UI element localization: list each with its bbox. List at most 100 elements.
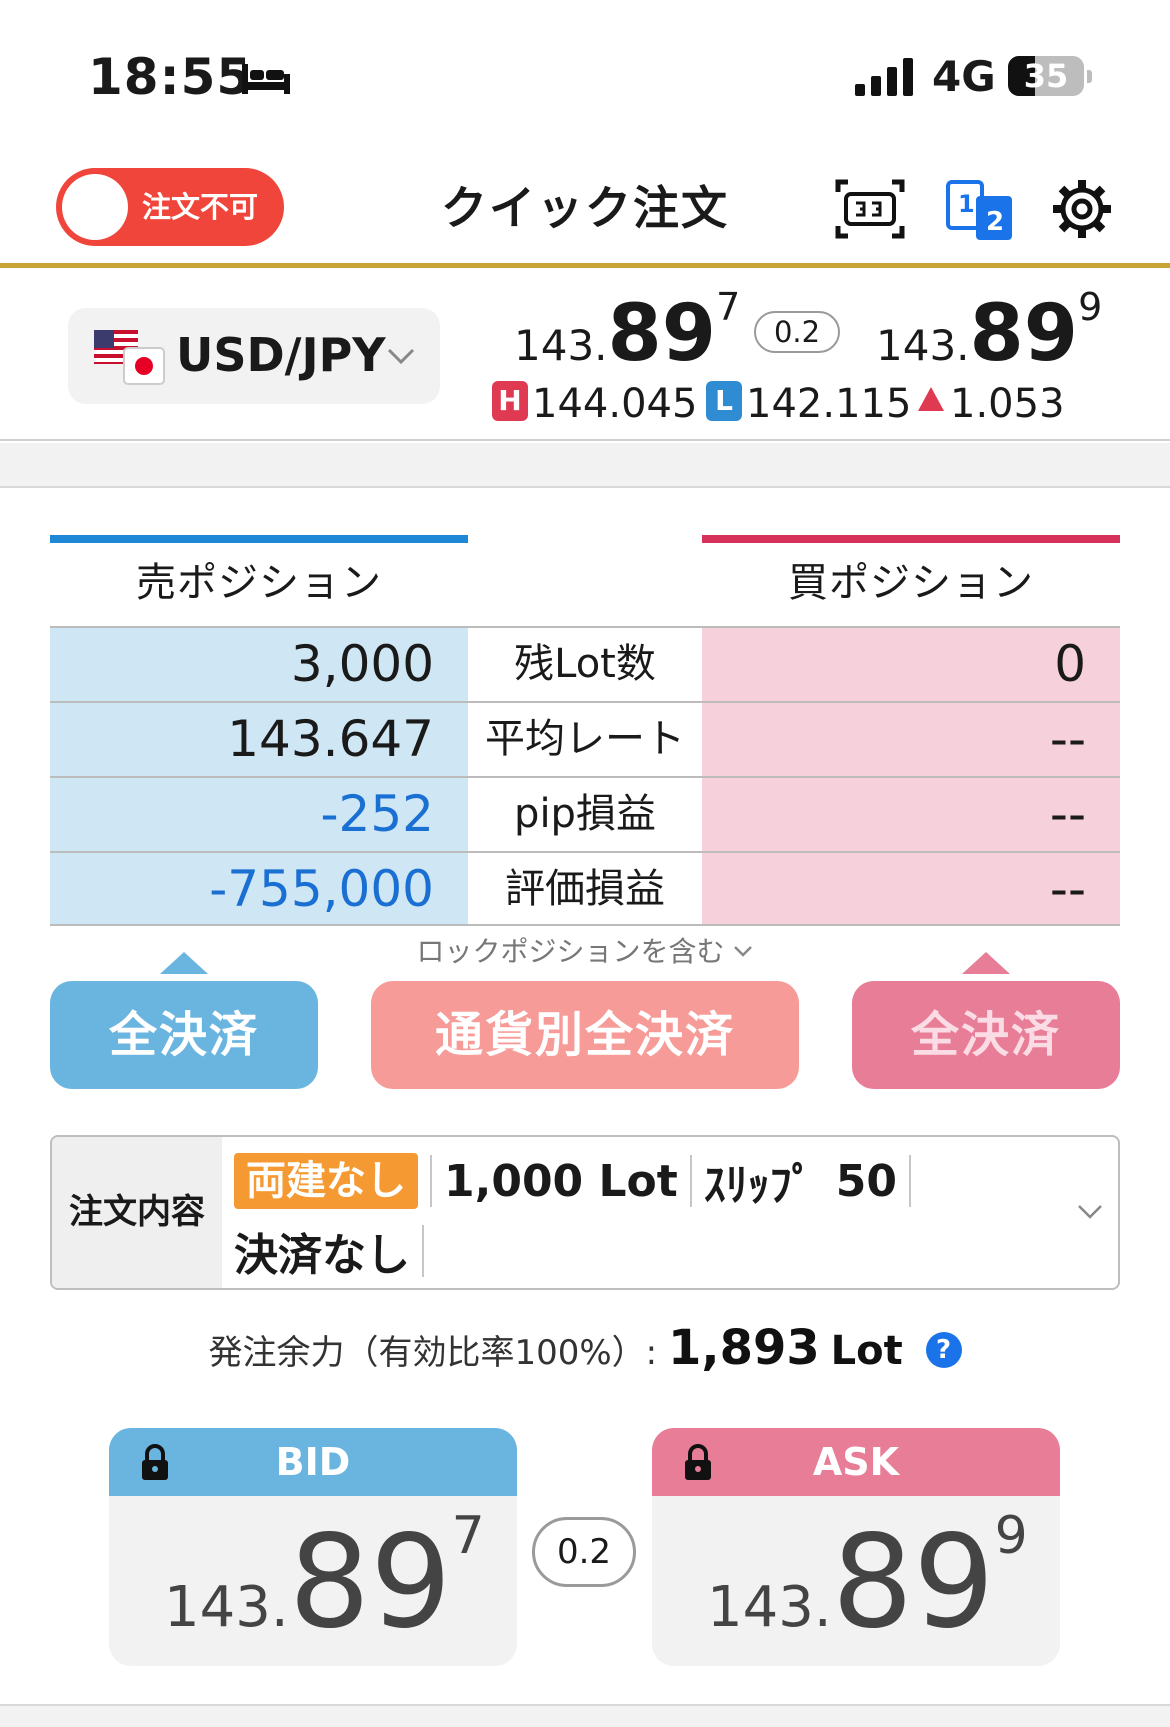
bid-price-int: 143. <box>514 321 608 370</box>
sell-valuation-pnl: -755,000 <box>50 853 468 924</box>
svg-text:1: 1 <box>958 190 975 218</box>
usd-jpy-flag-icon <box>94 330 165 385</box>
divider <box>689 1155 692 1207</box>
caret-up-icon <box>160 952 208 974</box>
order-settings-line: 両建なし 1,000 Lot ｽﾘｯﾌﾟ 50 <box>234 1151 923 1211</box>
order-settings-line: 決済なし <box>234 1221 436 1281</box>
sell-position-title: 売ポジション <box>136 560 382 606</box>
toggle-knob <box>62 174 128 240</box>
gear-icon[interactable] <box>1046 176 1118 242</box>
order-capacity-unit: Lot <box>830 1328 903 1374</box>
position-table: 3,000 残Lot数 0 143.647 平均レート -- -252 pip損… <box>50 626 1120 926</box>
svg-text:2: 2 <box>986 207 1004 237</box>
order-lot: 1,000 Lot <box>444 1155 678 1207</box>
bid-button-price: 143.897 <box>164 1506 485 1657</box>
page-title: クイック注文 <box>441 181 729 235</box>
battery-level: 35 <box>1023 57 1069 95</box>
sell-average-rate: 143.647 <box>50 703 468 776</box>
table-row: 143.647 平均レート -- <box>50 701 1120 776</box>
buy-pip-pnl: -- <box>702 778 1120 851</box>
row-label: 平均レート <box>485 716 685 762</box>
buy-average-rate: -- <box>702 703 1120 776</box>
table-row: -252 pip損益 -- <box>50 776 1120 851</box>
close-all-by-currency-button[interactable]: 通貨別全決済 <box>371 981 799 1089</box>
divider <box>422 1225 424 1277</box>
ask-button-price-big: 89 <box>831 1508 995 1657</box>
scan-icon[interactable] <box>834 176 906 242</box>
help-icon[interactable]: ? <box>925 1332 962 1368</box>
slippage-label: ｽﾘｯﾌﾟ <box>703 1160 814 1211</box>
order-settings-label: 注文内容 <box>52 1137 222 1288</box>
chevron-down-icon <box>734 946 753 957</box>
section-divider <box>0 443 1170 488</box>
currency-pair-name: USD/JPY <box>176 328 386 382</box>
bid-order-button[interactable]: BID 143.897 <box>109 1428 517 1666</box>
daily-high: H 144.045 <box>492 381 697 427</box>
daily-change: 1.053 <box>918 381 1065 427</box>
bid-label: BID <box>275 1440 351 1484</box>
hedge-tag: 両建なし <box>234 1153 418 1209</box>
network-type: 4G <box>932 52 996 101</box>
lock-note-label: ロックポジションを含む <box>416 935 725 968</box>
sell-pip-pnl: -252 <box>50 778 468 851</box>
ask-price-int: 143. <box>876 321 970 370</box>
bid-button-price-sup: 7 <box>451 1506 485 1566</box>
order-capacity-value: 1,893 <box>667 1320 820 1376</box>
buy-valuation-pnl: -- <box>702 853 1120 924</box>
up-arrow-icon <box>918 387 944 411</box>
change-value: 1.053 <box>950 381 1065 427</box>
status-bar: 18:55 4G 35 <box>0 0 1170 150</box>
order-spread: 0.2 <box>532 1517 636 1587</box>
status-time: 18:55 <box>88 48 253 106</box>
slippage-value: 50 <box>835 1155 898 1207</box>
chevron-down-icon <box>1078 1205 1102 1219</box>
include-lock-position-toggle[interactable]: ロックポジションを含む <box>380 930 790 970</box>
bid-button-price-big: 89 <box>288 1508 452 1657</box>
quote-bid-price: 143.897 <box>514 285 740 379</box>
signal-icon <box>855 58 913 96</box>
layout-switch-icon[interactable]: 1 2 <box>946 176 1018 242</box>
ask-label: ASK <box>812 1440 900 1484</box>
ask-price-sup: 9 <box>1078 285 1103 329</box>
currency-pair-select[interactable]: USD/JPY <box>68 308 440 404</box>
ask-button-price-sup: 9 <box>994 1506 1028 1566</box>
caret-up-icon <box>962 952 1010 974</box>
order-settings[interactable]: 注文内容 両建なし 1,000 Lot ｽﾘｯﾌﾟ 50 決済なし <box>50 1135 1120 1290</box>
chevron-down-icon <box>387 348 415 365</box>
order-capacity: 発注余力（有効比率100%）: 1,893 Lot ? <box>0 1320 1170 1376</box>
order-enable-toggle[interactable]: 注文不可 <box>56 168 284 246</box>
settlement-setting: 決済なし <box>234 1230 410 1281</box>
buy-position-title: 買ポジション <box>788 560 1034 606</box>
ask-button-header: ASK <box>652 1428 1060 1496</box>
high-value: 144.045 <box>532 381 698 427</box>
bid-button-header: BID <box>109 1428 517 1496</box>
high-badge: H <box>492 381 528 421</box>
buy-remaining-lots: 0 <box>702 628 1120 701</box>
battery-icon: 35 <box>1008 56 1084 96</box>
battery-tip <box>1087 70 1092 83</box>
daily-low: L 142.115 <box>706 381 911 427</box>
ask-button-price: 143.899 <box>707 1506 1028 1657</box>
bid-price-big: 89 <box>607 289 717 379</box>
divider <box>430 1155 432 1207</box>
close-all-buy-button[interactable]: 全決済 <box>852 981 1120 1089</box>
row-label: 残Lot数 <box>514 641 656 687</box>
divider <box>909 1155 912 1207</box>
app-header: 注文不可 クイック注文 1 2 <box>0 150 1170 268</box>
sell-remaining-lots: 3,000 <box>50 628 468 701</box>
table-row: 3,000 残Lot数 0 <box>50 626 1120 701</box>
bed-icon <box>242 64 290 94</box>
row-label: pip損益 <box>514 791 656 837</box>
ask-button-price-int: 143. <box>707 1575 832 1640</box>
bottom-divider <box>0 1704 1170 1727</box>
close-all-sell-button[interactable]: 全決済 <box>50 981 318 1089</box>
sell-position-header: 売ポジション <box>50 535 468 627</box>
buy-position-header: 買ポジション <box>702 535 1120 627</box>
table-row: -755,000 評価損益 -- <box>50 851 1120 926</box>
quote-ask-price: 143.899 <box>876 285 1102 379</box>
quote-spread: 0.2 <box>754 311 840 353</box>
ask-order-button[interactable]: ASK 143.899 <box>652 1428 1060 1666</box>
row-label: 評価損益 <box>505 866 665 912</box>
bid-button-price-int: 143. <box>164 1575 289 1640</box>
ask-price-big: 89 <box>969 289 1079 379</box>
